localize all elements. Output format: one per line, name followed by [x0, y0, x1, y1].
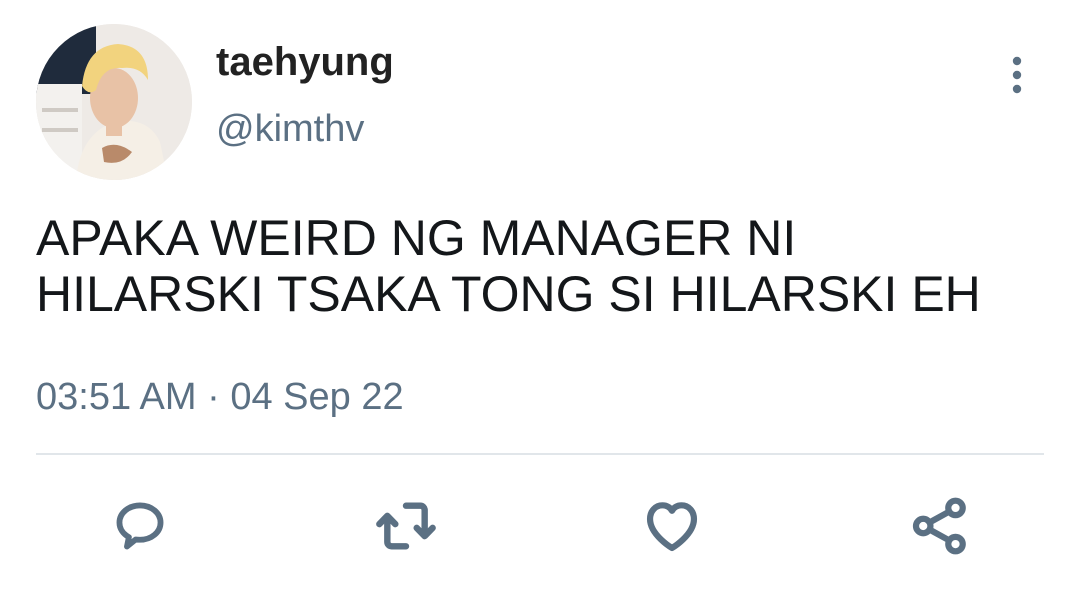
share-button[interactable] [908, 494, 972, 558]
tweet-text-line: HILARSKI TSAKA TONG SI HILARSKI EH [36, 266, 981, 322]
tweet-date: 04 Sep 22 [230, 376, 404, 418]
like-button[interactable] [640, 494, 704, 558]
divider [36, 453, 1044, 455]
retweet-icon [376, 502, 436, 550]
tweet-text-line: APAKA WEIRD NG MANAGER NI [36, 210, 797, 266]
reply-icon [116, 502, 164, 550]
reply-button[interactable] [108, 494, 172, 558]
share-icon [912, 497, 966, 555]
heart-icon [646, 502, 698, 552]
user-handle[interactable]: @kimthv [216, 106, 364, 152]
tweet-time: 03:51 AM [36, 376, 197, 418]
tweet-text: APAKA WEIRD NG MANAGER NI HILARSKI TSAKA… [36, 210, 1046, 322]
avatar[interactable] [36, 24, 192, 180]
display-name[interactable]: taehyung [216, 38, 394, 86]
retweet-button[interactable] [374, 494, 438, 558]
more-vertical-icon[interactable] [996, 52, 1038, 98]
avatar-image [36, 24, 192, 180]
tweet-timestamp: 03:51 AM · 04 Sep 22 [36, 374, 404, 420]
timestamp-separator: · [207, 376, 220, 418]
